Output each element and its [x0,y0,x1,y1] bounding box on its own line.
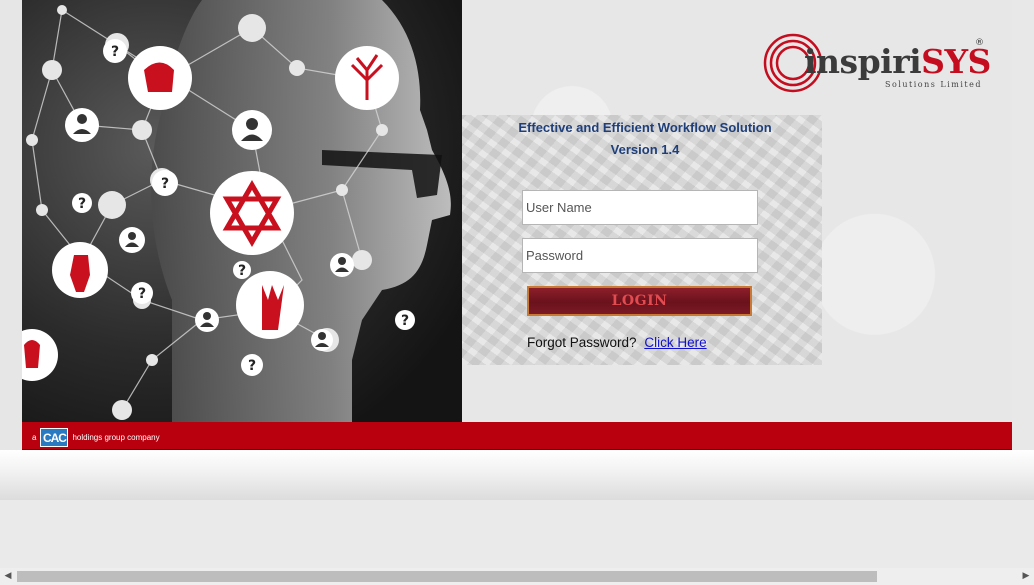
logo-subtitle: Solutions Limited [885,80,982,89]
horizontal-scrollbar[interactable]: ◀ ▶ [0,568,1034,585]
question-mark: ? [248,358,256,374]
question-mark: ? [78,196,86,212]
login-button[interactable]: LOGIN [527,286,752,316]
question-mark: ? [161,176,169,192]
inspirisys-logo: inspiriSYS ® Solutions Limited [763,33,991,98]
left-margin [0,0,22,450]
forgot-password-link[interactable]: Click Here [644,335,706,350]
scroll-left-arrow-icon[interactable]: ◀ [3,570,13,583]
app-tagline: Effective and Efficient Workflow Solutio… [518,120,772,135]
group-company-tag: a CAC holdings group company [32,428,160,447]
browser-band [0,450,1034,500]
scroll-right-arrow-icon[interactable]: ▶ [1021,570,1031,583]
registered-mark: ® [975,38,984,48]
login-page: ? ? ? ? ? ? ? ? inspiriSYS ® Solutions [0,0,1034,450]
footer-prefix: a [32,433,37,442]
footer-bar: a CAC holdings group company [22,422,1012,450]
username-input[interactable] [522,190,758,225]
hero-image: ? ? ? ? ? ? ? ? [22,0,462,422]
logo-wordmark: inspiriSYS [804,42,991,81]
question-mark: ? [238,263,246,279]
forgot-password-row: Forgot Password? Click Here [527,335,707,350]
forgot-password-label: Forgot Password? [527,335,637,350]
cac-logo: CAC [40,428,69,447]
app-version: Version 1.4 [610,142,680,157]
footer-suffix: holdings group company [72,433,160,442]
login-form: Effective and Efficient Workflow Solutio… [462,115,822,365]
fist-icon [144,62,174,92]
right-margin [1012,0,1034,450]
question-mark: ? [138,286,146,302]
scrollbar-thumb[interactable] [17,571,877,582]
main-panel: inspiriSYS ® Solutions Limited Effective… [462,0,1012,422]
question-mark: ? [111,44,119,60]
question-mark: ? [401,313,409,329]
password-input[interactable] [522,238,758,273]
